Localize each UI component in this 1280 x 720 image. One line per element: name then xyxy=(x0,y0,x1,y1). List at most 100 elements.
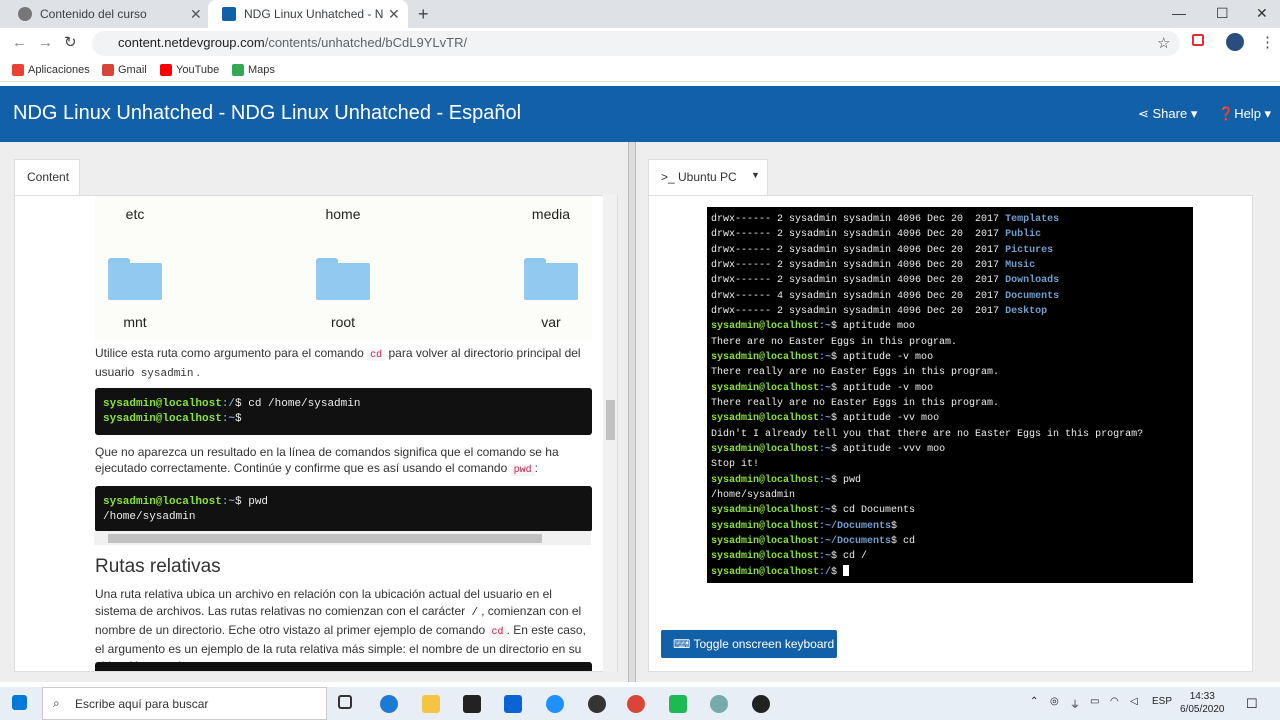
notifications-icon[interactable]: ☐ xyxy=(1246,696,1258,712)
network-icon[interactable]: ◎ xyxy=(1050,696,1059,707)
close-icon[interactable]: ✕ xyxy=(190,6,202,23)
line-text: $ aptitude -vv moo xyxy=(831,413,940,425)
taskbar-search-input[interactable]: ⌕ Escribe aquí para buscar xyxy=(42,687,327,720)
avatar[interactable] xyxy=(1226,33,1244,51)
edge-icon[interactable] xyxy=(380,695,398,713)
wifi-icon[interactable]: ◠ xyxy=(1110,696,1119,707)
forward-icon[interactable]: → xyxy=(38,34,53,51)
app-icon[interactable] xyxy=(546,695,564,713)
line-text: drwx------ 2 sysadmin sysadmin 4096 Dec … xyxy=(711,229,1006,241)
alien-icon[interactable] xyxy=(588,695,606,713)
code-hscroll-thumb[interactable] xyxy=(108,534,542,543)
browser-tab-course[interactable]: Contenido del curso ✕ xyxy=(4,0,208,28)
store-icon[interactable] xyxy=(463,695,481,713)
prompt-path: :~ xyxy=(819,382,832,394)
prompt-path: :~ xyxy=(819,443,832,455)
browser-tab-bar: Contenido del curso ✕ NDG Linux Unhatche… xyxy=(0,0,1280,28)
windows-taskbar: ⌕ Escribe aquí para buscar ⌃ ◎ ⏚ ▭ ◠ ◁ ES… xyxy=(0,687,1280,720)
chrome-icon[interactable] xyxy=(627,695,645,713)
line-text: drwx------ 2 sysadmin sysadmin 4096 Dec … xyxy=(711,275,1006,287)
line-text: $ cd xyxy=(891,535,916,547)
line-text: $ xyxy=(891,520,898,532)
extension-icon[interactable] xyxy=(1192,34,1204,46)
share-menu[interactable]: ⋖ Share ▾ xyxy=(1138,106,1197,122)
terminal-line: drwx------ 2 sysadmin sysadmin 4096 Dec … xyxy=(711,243,1189,258)
reload-icon[interactable]: ↻ xyxy=(64,33,77,51)
spotify-icon[interactable] xyxy=(669,695,687,713)
volume-icon[interactable]: ◁ xyxy=(1130,696,1138,707)
prompt: sysadmin@localhost xyxy=(711,474,820,486)
globe-icon xyxy=(18,7,32,21)
terminal[interactable]: drwx------ 2 sysadmin sysadmin 4096 Dec … xyxy=(707,207,1193,583)
help-menu[interactable]: ❓Help ▾ xyxy=(1218,106,1271,122)
bookmark-label: Aplicaciones xyxy=(28,64,90,76)
line-text: $ cd Documents xyxy=(831,505,916,517)
inline-code: / xyxy=(471,607,479,619)
url-input[interactable]: content.netdevgroup.com/contents/unhatch… xyxy=(92,31,1180,56)
task-view-icon[interactable] xyxy=(338,695,352,709)
line-text: There are no Easter Eggs in this program… xyxy=(711,336,958,348)
battery-icon[interactable]: ▭ xyxy=(1090,696,1099,707)
toggle-keyboard-button[interactable]: ⌨ Toggle onscreen keyboard xyxy=(661,630,837,658)
browser-tab-ndg[interactable]: NDG Linux Unhatched - NDG Lin ✕ xyxy=(208,0,408,28)
menu-kebab-icon[interactable]: ⋮ xyxy=(1260,33,1275,51)
prompt: sysadmin@localhost xyxy=(711,382,820,394)
terminal-line: sysadmin@localhost:~$ aptitude -v moo xyxy=(711,350,1189,365)
line-text: drwx------ 4 sysadmin sysadmin 4096 Dec … xyxy=(711,290,1006,302)
terminal-line: /home/sysadmin xyxy=(711,488,1189,503)
output: /home/sysadmin xyxy=(103,511,196,523)
bookmark-label: YouTube xyxy=(176,64,220,76)
close-icon[interactable]: ✕ xyxy=(388,6,400,23)
bookmarks-bar: Aplicaciones Gmail YouTube Maps xyxy=(0,58,1280,82)
prompt-path: :/ xyxy=(221,398,236,410)
terminal-line: Didn't I already tell you that there are… xyxy=(711,427,1189,442)
terminal-line: drwx------ 2 sysadmin sysadmin 4096 Dec … xyxy=(711,258,1189,273)
terminal-cursor xyxy=(843,565,850,577)
bookmark-maps[interactable]: Maps xyxy=(232,64,275,76)
new-tab-icon[interactable]: + xyxy=(418,4,429,25)
terminal-line: drwx------ 2 sysadmin sysadmin 4096 Dec … xyxy=(711,273,1189,288)
bookmark-apps[interactable]: Aplicaciones xyxy=(12,64,90,76)
line-text: $ aptitude -vvv moo xyxy=(831,443,946,455)
globe-app-icon[interactable] xyxy=(710,695,728,713)
prompt: sysadmin@localhost xyxy=(711,321,820,333)
mail-icon[interactable] xyxy=(504,695,522,713)
prompt: sysadmin@localhost xyxy=(103,496,222,508)
line-text: Stop it! xyxy=(711,459,760,471)
command: $ cd /home/sysadmin xyxy=(235,398,361,410)
usb-icon[interactable]: ⏚ xyxy=(1070,696,1080,711)
prompt-path: :~/Documents xyxy=(819,535,892,547)
tab-content[interactable]: Content xyxy=(14,159,80,195)
prompt-path: :~ xyxy=(819,505,832,517)
prompt: sysadmin@localhost xyxy=(711,566,820,578)
prompt-path: :~ xyxy=(819,474,832,486)
tab-ubuntu-pc[interactable]: >_ Ubuntu PC ▼ xyxy=(648,159,768,195)
share-icon: ⋖ xyxy=(1138,106,1153,121)
obs-icon[interactable] xyxy=(752,695,770,713)
dir-name: Public xyxy=(1005,229,1042,241)
window-close-icon[interactable]: ✕ xyxy=(1256,5,1268,22)
maximize-icon[interactable]: ☐ xyxy=(1216,5,1229,22)
content-scroll-thumb[interactable] xyxy=(606,400,615,440)
command: $ xyxy=(235,413,242,425)
file-explorer-icon[interactable] xyxy=(422,695,440,713)
minimize-icon[interactable]: — xyxy=(1172,5,1186,21)
language-indicator[interactable]: ESP xyxy=(1152,696,1172,707)
text: Utilice esta ruta como argumento para el… xyxy=(95,346,368,360)
date: 6/05/2020 xyxy=(1180,704,1225,715)
taskbar-clock[interactable]: 14:33 6/05/2020 xyxy=(1180,690,1225,716)
dir-name: Music xyxy=(1005,259,1036,271)
tray-chevron-icon[interactable]: ⌃ xyxy=(1030,696,1038,707)
bookmark-youtube[interactable]: YouTube xyxy=(160,64,219,76)
folder-label: var xyxy=(541,314,561,330)
star-icon[interactable]: ☆ xyxy=(1157,34,1170,52)
pane-divider[interactable] xyxy=(628,142,636,682)
paragraph: Utilice esta ruta como argumento para el… xyxy=(95,345,592,382)
folder-label: media xyxy=(531,206,571,222)
address-bar-row: ← → ↻ content.netdevgroup.com/contents/u… xyxy=(0,28,1280,58)
terminal-line: drwx------ 2 sysadmin sysadmin 4096 Dec … xyxy=(711,212,1189,227)
back-icon[interactable]: ← xyxy=(12,34,27,51)
bookmark-gmail[interactable]: Gmail xyxy=(102,64,147,76)
windows-start-icon[interactable] xyxy=(12,695,27,710)
code-block xyxy=(95,662,592,671)
